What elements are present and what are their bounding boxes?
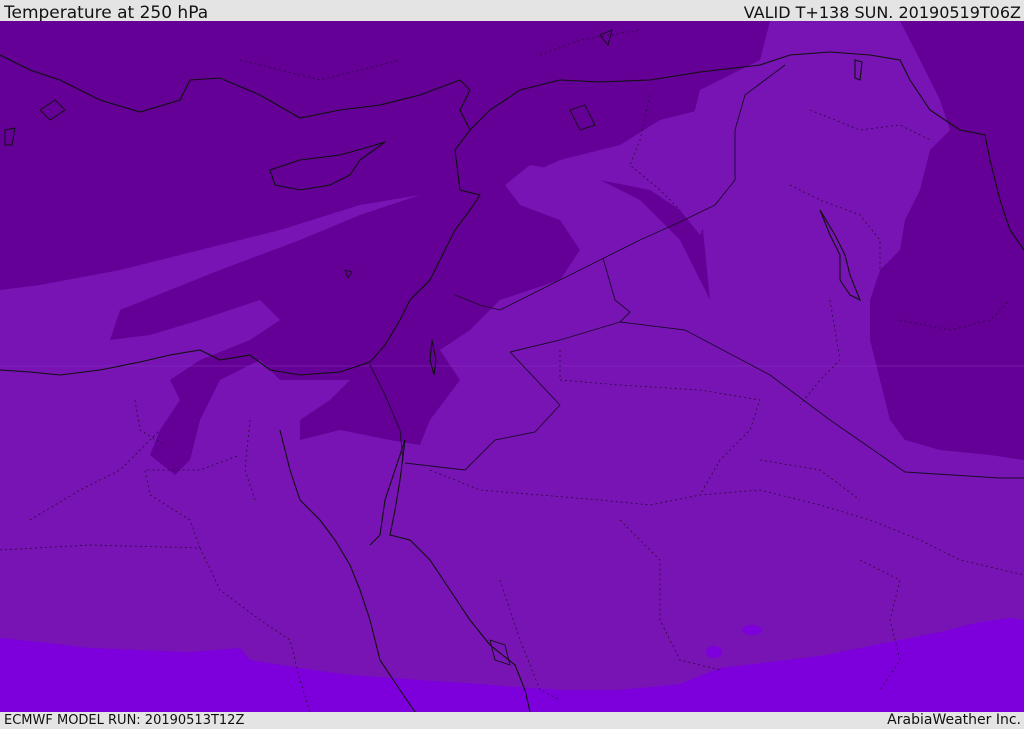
chart-title: Temperature at 250 hPa: [4, 3, 209, 23]
map-canvas: [0, 21, 1024, 712]
footer-bar: ECMWF MODEL RUN: 20190513T12Z ArabiaWeat…: [0, 712, 1024, 729]
warm-patch-small: [706, 646, 722, 658]
weather-map[interactable]: [0, 21, 1024, 712]
valid-time: VALID T+138 SUN. 20190519T06Z: [743, 3, 1021, 22]
model-run-label: ECMWF MODEL RUN: 20190513T12Z: [4, 713, 245, 728]
header-bar: Temperature at 250 hPa VALID T+138 SUN. …: [0, 0, 1024, 23]
warm-patch-small: [742, 625, 762, 635]
credit-label: ArabiaWeather Inc.: [887, 712, 1021, 728]
